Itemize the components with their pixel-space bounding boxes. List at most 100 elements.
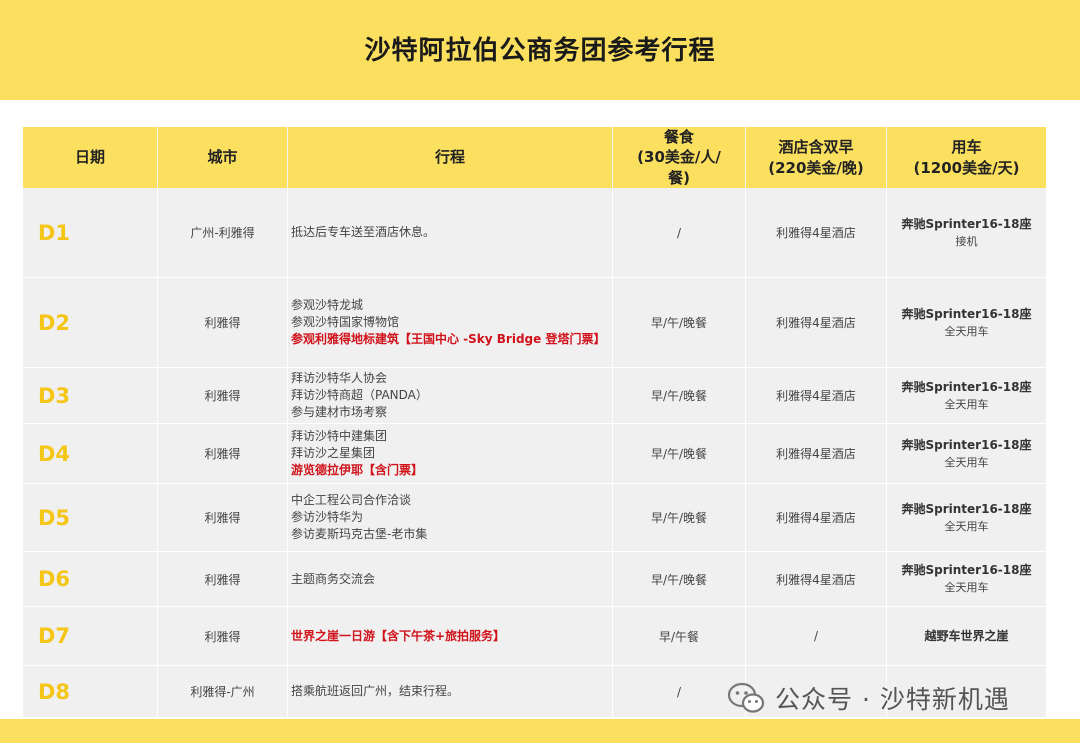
car-model: 奔驰Sprinter16-18座	[901, 501, 1032, 516]
itinerary-line: 拜访沙特中建集团	[291, 429, 388, 443]
city-cell: 利雅得	[158, 607, 288, 665]
itinerary-line: 拜访沙之星集团	[291, 446, 376, 460]
car-cell: 奔驰Sprinter16-18座 全天用车	[887, 424, 1046, 483]
header-hotel-line: (220美金/晚)	[768, 158, 864, 177]
hotel-cell: 利雅得4星酒店	[746, 552, 887, 606]
meal-cell: 早/午/晚餐	[613, 278, 746, 367]
itinerary-line: 中企工程公司合作洽谈	[291, 493, 412, 507]
car-usage: 全天用车	[944, 397, 989, 411]
car-cell: 奔驰Sprinter16-18座 全天用车	[887, 368, 1046, 423]
meal-cell: 早/午餐	[613, 607, 746, 665]
city-cell: 利雅得	[158, 552, 288, 606]
table-row: D6 利雅得 主题商务交流会 早/午/晚餐 利雅得4星酒店 奔驰Sprinter16-1…	[23, 552, 1046, 607]
car-cell: 奔驰Sprinter16-18座 接机	[887, 188, 1046, 277]
header-meal-line: (30美金/人/	[637, 148, 721, 167]
hotel-cell: 利雅得4星酒店	[746, 484, 887, 551]
car-usage: 全天用车	[944, 581, 989, 594]
car-model: 越野车世界之崖	[924, 628, 1009, 643]
car-usage: 接机	[955, 234, 978, 248]
itinerary-line: 参观沙特国家博物馆	[291, 315, 400, 329]
watermark: 公众号 · 沙特新机遇	[727, 680, 1010, 716]
hotel-cell: 利雅得4星酒店	[746, 424, 887, 483]
itinerary-line: 拜访沙特华人协会	[291, 371, 388, 385]
header-hotel: 酒店含双早 (220美金/晚)	[746, 127, 887, 188]
car-model: 奔驰Sprinter16-18座	[901, 216, 1032, 231]
car-cell: 奔驰Sprinter16-18座 全天用车	[887, 484, 1046, 551]
table-header: 日期 城市 行程 餐食 (30美金/人/ 餐) 酒店含双早 (220美金/晚) …	[23, 127, 1046, 188]
header-itinerary: 行程	[288, 127, 613, 188]
day-label: D6	[23, 552, 158, 606]
city-cell: 利雅得-广州	[158, 666, 288, 717]
itinerary-cell: 中企工程公司合作洽谈 参访沙特华为参访麦斯玛克古堡-老市集	[288, 484, 613, 551]
car-cell: 奔驰Sprinter16-18座 全天用车	[887, 552, 1046, 606]
hotel-cell: 利雅得4星酒店	[746, 278, 887, 367]
day-label: D5	[23, 484, 158, 551]
car-cell: 越野车世界之崖	[887, 607, 1046, 665]
itinerary-line: 参观沙特龙城	[291, 298, 364, 312]
day-label: D4	[23, 424, 158, 483]
itinerary-line: 参访沙特华为	[291, 510, 364, 524]
table-row: D2 利雅得 参观沙特龙城参观沙特国家博物馆参观利雅得地标建筑【王国中心 -Sky …	[23, 278, 1046, 368]
header-day: 日期	[23, 127, 158, 188]
meal-cell: 早/午/晚餐	[613, 552, 746, 606]
car-usage: 全天用车	[944, 455, 989, 469]
day-label: D7	[23, 607, 158, 665]
city-cell: 利雅得	[158, 424, 288, 483]
table-row: D5 利雅得 中企工程公司合作洽谈 参访沙特华为 参访麦斯玛克古堡-老市集 早/午/晚餐利…	[23, 484, 1046, 552]
car-usage: 全天用车	[944, 324, 989, 338]
watermark-text: 公众号 · 沙特新机遇	[775, 685, 1010, 714]
itinerary-cell: 拜访沙特中建集团 拜访沙之星集团游览德拉伊耶【含门票】	[288, 424, 613, 483]
itinerary-cell: 抵达后专车送至酒店休息。	[288, 188, 613, 277]
itinerary-highlight-line: 世界之崖一日游【含下午茶+旅拍服务】	[291, 628, 506, 643]
meal-cell: /	[613, 188, 746, 277]
page-title: 沙特阿拉伯公商务团参考行程	[364, 36, 716, 66]
car-cell: 奔驰Sprinter16-18座 全天用车	[887, 278, 1046, 367]
header-city: 城市	[158, 127, 288, 188]
itinerary-cell: 拜访沙特华人协会拜访沙特商超（PANDA） 参与建材市场考察	[288, 368, 613, 423]
itinerary-cell: 主题商务交流会	[288, 552, 613, 606]
itinerary-line: 主题商务交流会	[291, 571, 376, 586]
table-body: D1 广州-利雅得 抵达后专车送至酒店休息。 / 利雅得4星酒店 奔驰Sprinter16…	[23, 188, 1046, 718]
day-label: D3	[23, 368, 158, 423]
itinerary-table: 日期 城市 行程 餐食 (30美金/人/ 餐) 酒店含双早 (220美金/晚) …	[23, 127, 1046, 718]
header-car-line: (1200美金/天)	[913, 158, 1020, 177]
itinerary-line: 搭乘航班返回广州，结束行程。	[291, 684, 460, 698]
header-car-line: 用车	[951, 138, 982, 157]
meal-cell: 早/午/晚餐	[613, 484, 746, 551]
itinerary-line: 参与建材市场考察	[291, 405, 388, 419]
itinerary-highlight-line: 参观利雅得地标建筑【王国中心 -Sky Bridge 登塔门票】	[291, 332, 606, 346]
header-meal-line: 餐)	[668, 168, 690, 187]
city-cell: 利雅得	[158, 368, 288, 423]
car-model: 奔驰Sprinter16-18座	[901, 437, 1032, 452]
itinerary-cell: 搭乘航班返回广州，结束行程。	[288, 666, 613, 717]
table-row: D3 利雅得 拜访沙特华人协会拜访沙特商超（PANDA） 参与建材市场考察 早/午/晚餐…	[23, 368, 1046, 424]
city-cell: 利雅得	[158, 484, 288, 551]
day-label: D8	[23, 666, 158, 717]
itinerary-line: 参访麦斯玛克古堡-老市集	[291, 527, 428, 541]
hotel-cell: 利雅得4星酒店	[746, 368, 887, 423]
car-usage: 全天用车	[944, 519, 989, 533]
table-row: D7 利雅得 世界之崖一日游【含下午茶+旅拍服务】 早/午餐 / 越野车世界之崖	[23, 607, 1046, 666]
day-label: D2	[23, 278, 158, 367]
header-meal: 餐食 (30美金/人/ 餐)	[613, 127, 746, 188]
itinerary-line: 抵达后专车送至酒店休息。	[291, 225, 436, 239]
car-model: 奔驰Sprinter16-18座	[901, 563, 1032, 577]
header-meal-line: 餐食	[663, 128, 694, 147]
hotel-cell: /	[746, 607, 887, 665]
itinerary-cell: 世界之崖一日游【含下午茶+旅拍服务】	[288, 607, 613, 665]
meal-cell: 早/午/晚餐	[613, 424, 746, 483]
header-car: 用车 (1200美金/天)	[887, 127, 1046, 188]
table-row: D4 利雅得 拜访沙特中建集团 拜访沙之星集团 游览德拉伊耶【含门票】 早/午/晚餐 利雅得…	[23, 424, 1046, 484]
table-row: D1 广州-利雅得 抵达后专车送至酒店休息。 / 利雅得4星酒店 奔驰Sprinter16…	[23, 188, 1046, 278]
itinerary-line: 拜访沙特商超（PANDA）	[291, 388, 428, 402]
hotel-cell: 利雅得4星酒店	[746, 188, 887, 277]
meal-cell: 早/午/晚餐	[613, 368, 746, 423]
city-cell: 广州-利雅得	[158, 188, 288, 277]
itinerary-highlight-line: 游览德拉伊耶【含门票】	[291, 463, 424, 477]
header-hotel-line: 酒店含双早	[778, 138, 854, 157]
day-label: D1	[23, 188, 158, 277]
itinerary-cell: 参观沙特龙城参观沙特国家博物馆参观利雅得地标建筑【王国中心 -Sky Bridg…	[288, 278, 613, 367]
wechat-icon	[727, 682, 765, 713]
city-cell: 利雅得	[158, 278, 288, 367]
car-model: 奔驰Sprinter16-18座	[901, 306, 1032, 321]
